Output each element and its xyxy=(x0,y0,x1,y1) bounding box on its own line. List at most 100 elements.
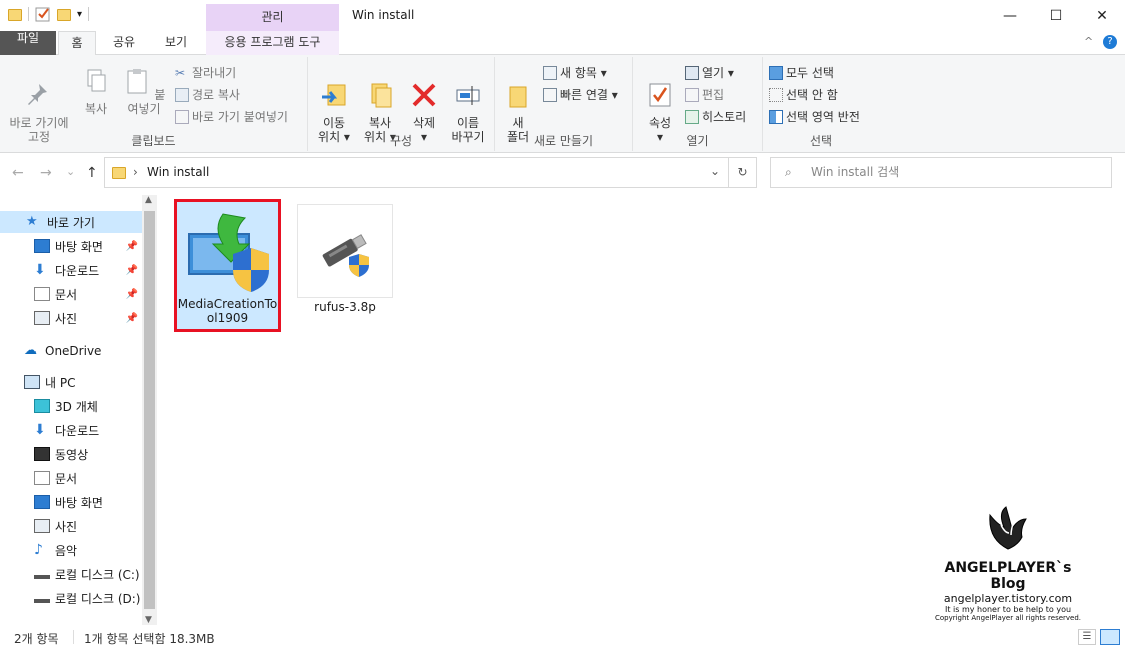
scroll-down-icon[interactable]: ▼ xyxy=(145,615,152,625)
ribbon: 바로 가기에 고정 복사 붙여넣기 ✂ 잘라내기 경로 복사 바로 가기 붙여넣기… xyxy=(0,55,1125,153)
large-icons-view-icon[interactable] xyxy=(1100,629,1120,645)
watermark-title: ANGELPLAYER`s Blog xyxy=(944,560,1072,592)
breadcrumb-current[interactable]: Win install xyxy=(147,165,209,179)
file-item-rufus[interactable] xyxy=(297,204,393,298)
watermark: ANGELPLAYER`s Blog angelplayer.tistory.c… xyxy=(928,505,1088,622)
copy-button[interactable]: 복사 xyxy=(76,67,116,116)
search-input[interactable]: ⌕ Win install 검색 xyxy=(770,157,1112,188)
watermark-tagline: It is my honer to be help to you xyxy=(944,605,1072,614)
edit-icon xyxy=(685,87,699,102)
paste-button[interactable]: 붙여넣기 xyxy=(118,67,170,116)
open-label: 열기 ▾ xyxy=(702,66,734,80)
up-button[interactable]: ↑ xyxy=(86,165,98,181)
nav-local-disk-d[interactable]: 로컬 디스크 (D:) xyxy=(0,587,142,609)
pin-icon: 📌 xyxy=(125,288,138,300)
nav-quick-downloads[interactable]: ⬇ 다운로드 📌 xyxy=(0,259,142,281)
close-button[interactable]: ✕ xyxy=(1079,0,1125,31)
nav-this-pc[interactable]: 내 PC xyxy=(0,371,142,393)
select-none-button[interactable]: 선택 안 함 xyxy=(769,86,838,103)
details-view-icon[interactable]: ☰ xyxy=(1078,629,1096,645)
pictures-icon xyxy=(34,311,50,325)
easy-access-button[interactable]: 빠른 연결 ▾ xyxy=(543,86,618,103)
new-group-label: 새로 만들기 xyxy=(533,134,593,148)
tab-home[interactable]: 홈 xyxy=(58,31,96,55)
tab-file[interactable]: 파일 xyxy=(0,31,56,55)
group-open: 속성 ▾ 열기 ▾ 편집 히스토리 열기 xyxy=(633,57,763,151)
ribbon-collapse-icon[interactable]: ^ xyxy=(1084,35,1093,48)
refresh-button[interactable]: ↻ xyxy=(729,157,757,188)
edit-button[interactable]: 편집 xyxy=(685,86,724,103)
group-clipboard: 바로 가기에 고정 복사 붙여넣기 ✂ 잘라내기 경로 복사 바로 가기 붙여넣기… xyxy=(0,57,308,151)
open-icon xyxy=(685,65,699,80)
cloud-icon: ☁ xyxy=(24,343,37,358)
drive-d-icon xyxy=(34,593,50,603)
watermark-url: angelplayer.tistory.com xyxy=(943,592,1073,605)
properties-check-icon[interactable] xyxy=(35,6,51,22)
recent-locations-button[interactable]: ⌄ xyxy=(66,165,75,178)
video-icon xyxy=(34,447,50,461)
scroll-up-icon[interactable]: ▲ xyxy=(145,195,152,205)
tab-share[interactable]: 공유 xyxy=(104,31,144,55)
nav-label: 내 PC xyxy=(45,375,76,390)
select-all-icon xyxy=(769,65,783,80)
copy-label: 복사 xyxy=(84,102,108,116)
quick-access-toolbar: ▾ xyxy=(8,6,90,22)
address-dropdown-icon[interactable]: ⌄ xyxy=(710,164,720,178)
qat-dropdown-icon[interactable]: ▾ xyxy=(77,9,82,20)
status-item-count: 2개 항목 xyxy=(14,632,59,646)
nav-label: 문서 xyxy=(55,471,78,486)
nav-3d-objects[interactable]: 3D 개체 xyxy=(0,395,142,417)
help-icon[interactable]: ? xyxy=(1103,35,1117,49)
nav-label: 문서 xyxy=(55,287,78,302)
nav-music[interactable]: ♪ 음악 xyxy=(0,539,142,561)
nav-label: 3D 개체 xyxy=(55,399,98,414)
pin-icon: 📌 xyxy=(125,240,138,252)
nav-pictures[interactable]: 사진 xyxy=(0,515,142,537)
open-button[interactable]: 열기 ▾ xyxy=(685,64,734,81)
copy-path-button[interactable]: 경로 복사 xyxy=(175,86,240,103)
nav-quick-documents[interactable]: 문서 📌 xyxy=(0,283,142,305)
title-bar: ▾ 관리 Win install — ☐ ✕ xyxy=(0,0,1125,31)
history-button[interactable]: 히스토리 xyxy=(685,108,746,125)
new-folder-icon[interactable] xyxy=(57,9,71,21)
star-icon: ★ xyxy=(26,214,38,229)
tab-view[interactable]: 보기 xyxy=(156,31,196,55)
organize-group-label: 구성 xyxy=(389,134,413,148)
nav-quick-desktop[interactable]: 바탕 화면 📌 xyxy=(0,235,142,257)
paste-shortcut-label: 바로 가기 붙여넣기 xyxy=(192,110,288,124)
nav-scrollbar[interactable]: ▲ ▼ xyxy=(142,195,157,625)
nav-downloads[interactable]: ⬇ 다운로드 xyxy=(0,419,142,441)
minimize-button[interactable]: — xyxy=(987,0,1033,31)
paste-shortcut-button[interactable]: 바로 가기 붙여넣기 xyxy=(175,108,288,125)
move-to-icon xyxy=(322,84,346,106)
nav-videos[interactable]: 동영상 xyxy=(0,443,142,465)
tab-application-tools[interactable]: 응용 프로그램 도구 xyxy=(206,31,339,55)
invert-selection-button[interactable]: 선택 영역 반전 xyxy=(769,108,860,125)
address-bar[interactable]: › Win install ⌄ xyxy=(104,157,729,188)
forward-button[interactable]: → xyxy=(40,165,52,181)
pin-icon: 📌 xyxy=(125,264,138,276)
properties-icon xyxy=(649,83,671,107)
nav-quick-pictures[interactable]: 사진 📌 xyxy=(0,307,142,329)
nav-quick-access[interactable]: ★ 바로 가기 xyxy=(0,211,142,233)
new-item-button[interactable]: 새 항목 ▾ xyxy=(543,64,607,81)
file-item-mediacreationtool[interactable]: MediaCreationTo ol1909 xyxy=(174,199,281,332)
cut-button[interactable]: ✂ 잘라내기 xyxy=(175,64,236,81)
computer-icon xyxy=(24,375,40,389)
back-button[interactable]: ← xyxy=(12,165,24,181)
nav-local-disk-c[interactable]: 로컬 디스크 (C:) xyxy=(0,563,142,585)
pin-icon: 📌 xyxy=(125,312,138,324)
copy-to-icon xyxy=(371,83,392,108)
nav-onedrive[interactable]: ☁ OneDrive xyxy=(0,340,142,362)
nav-label: 다운로드 xyxy=(55,263,100,278)
scroll-thumb[interactable] xyxy=(144,211,155,609)
angel-wings-logo xyxy=(989,506,1027,550)
maximize-button[interactable]: ☐ xyxy=(1033,0,1079,31)
nav-label: 음악 xyxy=(55,543,78,558)
context-tab-manage[interactable]: 관리 xyxy=(206,4,339,31)
nav-desktop[interactable]: 바탕 화면 xyxy=(0,491,142,513)
new-item-label: 새 항목 ▾ xyxy=(560,66,607,80)
nav-documents[interactable]: 문서 xyxy=(0,467,142,489)
select-all-button[interactable]: 모두 선택 xyxy=(769,64,834,81)
easy-access-label: 빠른 연결 ▾ xyxy=(560,88,618,102)
